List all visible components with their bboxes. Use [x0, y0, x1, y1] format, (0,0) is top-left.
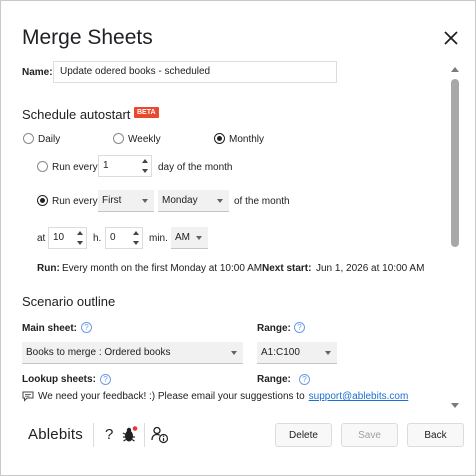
user-info-icon[interactable] — [151, 426, 169, 444]
divider — [93, 423, 94, 447]
beta-badge: BETA — [134, 107, 159, 118]
speech-bubble-icon — [22, 391, 34, 402]
at-label: at — [37, 233, 46, 244]
ampm-select[interactable]: AM — [171, 227, 208, 249]
stepper-arrows-icon[interactable] — [142, 159, 148, 173]
chevron-down-icon — [231, 351, 237, 355]
hour-stepper[interactable]: 10 — [48, 227, 87, 249]
chevron-down-icon — [142, 199, 148, 203]
daily-radio[interactable] — [23, 133, 34, 144]
chevron-down-icon — [196, 236, 202, 240]
chevron-down-icon — [217, 199, 223, 203]
bug-report-icon[interactable] — [122, 426, 138, 444]
feedback-text: We need your feedback! :) Please email y… — [38, 391, 305, 402]
next-start-label: Next start: — [262, 263, 312, 274]
help-icon[interactable]: ? — [294, 322, 305, 333]
merge-sheets-dialog: Merge Sheets Name: Update odered books -… — [0, 0, 476, 476]
monthly-label[interactable]: Monthly — [229, 134, 264, 145]
lookup-sheets-label: Lookup sheets: — [22, 374, 96, 385]
lookup-range-label: Range: — [257, 374, 291, 385]
weekly-radio[interactable] — [113, 133, 124, 144]
delete-button[interactable]: Delete — [275, 423, 332, 447]
run-every-day-label: Run every — [52, 162, 98, 173]
run-every-week-label: Run every — [52, 196, 98, 207]
save-button[interactable]: Save — [341, 423, 398, 447]
run-every-day-radio[interactable] — [37, 161, 48, 172]
help-icon[interactable]: ? — [100, 374, 111, 385]
weekday-value: Monday — [162, 195, 198, 206]
main-sheet-value: Books to merge : Ordered books — [26, 347, 171, 358]
day-of-month-stepper[interactable]: 1 — [98, 155, 152, 177]
scrollbar-thumb[interactable] — [451, 79, 459, 247]
minute-stepper[interactable]: 0 — [105, 227, 143, 249]
hour-value: 10 — [53, 232, 65, 243]
chevron-down-icon — [325, 351, 331, 355]
range-value: A1:C100 — [261, 347, 300, 358]
support-email-link[interactable]: support@ablebits.com — [309, 391, 409, 402]
close-icon[interactable] — [442, 29, 460, 47]
dialog-footer: Ablebits ? Delete Save Back — [1, 416, 476, 476]
help-icon[interactable]: ? — [105, 426, 113, 443]
week-suffix: of the month — [234, 196, 290, 207]
hour-unit: h. — [93, 233, 102, 244]
help-icon[interactable]: ? — [81, 322, 92, 333]
help-icon[interactable]: ? — [299, 374, 310, 385]
main-sheet-select[interactable]: Books to merge : Ordered books — [22, 342, 243, 364]
scroll-up-icon[interactable] — [451, 67, 459, 72]
weekly-label[interactable]: Weekly — [128, 134, 161, 145]
divider — [144, 423, 145, 447]
monthly-radio[interactable] — [214, 133, 225, 144]
range-label: Range: — [257, 323, 291, 334]
ampm-value: AM — [175, 232, 190, 243]
run-summary-text: Every month on the first Monday at 10:00… — [62, 263, 265, 274]
stepper-arrows-icon[interactable] — [133, 231, 139, 245]
name-field[interactable]: Update odered books - scheduled — [53, 61, 337, 83]
minute-value: 0 — [110, 232, 116, 243]
next-start-text: Jun 1, 2026 at 10:00 AM — [316, 263, 425, 274]
scroll-down-icon[interactable] — [451, 403, 459, 408]
stepper-arrows-icon[interactable] — [77, 231, 83, 245]
dialog-title: Merge Sheets — [22, 26, 153, 49]
range-select[interactable]: A1:C100 — [257, 342, 337, 364]
name-label: Name: — [22, 67, 53, 78]
dialog-content[interactable]: Name: Update odered books - scheduled Sc… — [1, 57, 447, 407]
ablebits-logo: Ablebits — [28, 426, 83, 443]
run-every-week-radio[interactable] — [37, 195, 48, 206]
day-of-month-suffix: day of the month — [158, 162, 233, 173]
main-sheet-label: Main sheet: — [22, 323, 78, 334]
back-button[interactable]: Back — [407, 423, 464, 447]
run-summary-label: Run: — [37, 263, 60, 274]
day-of-month-value: 1 — [103, 160, 109, 171]
outline-heading: Scenario outline — [22, 294, 116, 309]
minute-unit: min. — [149, 233, 168, 244]
weekday-select[interactable]: Monday — [158, 190, 229, 212]
daily-label[interactable]: Daily — [38, 134, 60, 145]
ordinal-value: First — [102, 195, 122, 206]
schedule-heading: Schedule autostart — [22, 107, 131, 122]
ordinal-select[interactable]: First — [98, 190, 154, 212]
feedback-line: We need your feedback! :) Please email y… — [22, 391, 408, 402]
